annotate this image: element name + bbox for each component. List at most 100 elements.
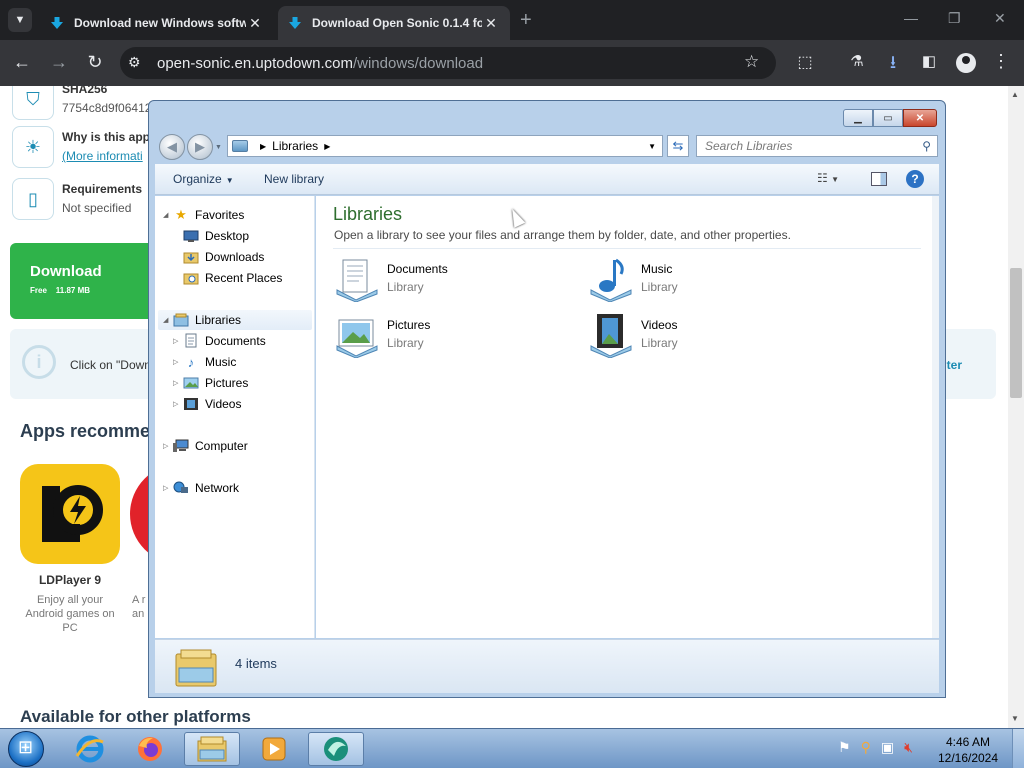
- libraries-folder-icon: [173, 646, 219, 688]
- nav-desktop[interactable]: Desktop: [183, 226, 249, 246]
- window-close-button[interactable]: ✕: [994, 10, 1006, 27]
- nav-documents[interactable]: ▷ Documents: [173, 331, 266, 351]
- forward-button[interactable]: →: [48, 52, 70, 73]
- videos-icon: [183, 396, 199, 412]
- page-scroll-thumb[interactable]: [1010, 268, 1022, 398]
- command-bar: Organize ▼ New library ☷ ▼ ?: [155, 164, 939, 195]
- computer-icon: [173, 438, 189, 454]
- action-center-flag-icon[interactable]: ⚑: [838, 739, 851, 756]
- page-scrollbar[interactable]: [1008, 86, 1024, 728]
- collapsed-icon[interactable]: ▷: [173, 379, 183, 387]
- nav-downloads[interactable]: Downloads: [183, 247, 264, 267]
- tab-open-sonic[interactable]: Download Open Sonic 0.1.4 fo ✕: [278, 6, 510, 40]
- network-tray-icon[interactable]: ▣: [881, 739, 894, 756]
- url-text[interactable]: open-sonic.en.uptodown.com/windows/downl…: [157, 55, 483, 72]
- more-info-link[interactable]: (More informati: [62, 149, 150, 163]
- expanded-icon[interactable]: ◢: [163, 316, 173, 324]
- open-sonic-icon[interactable]: [308, 732, 364, 766]
- new-tab-button[interactable]: +: [520, 9, 532, 32]
- profile-icon[interactable]: [956, 53, 976, 73]
- back-button[interactable]: ←: [11, 52, 33, 73]
- views-icon[interactable]: ☷ ▼: [817, 171, 839, 185]
- documents-icon: [183, 333, 199, 349]
- documents-library-icon: [333, 256, 379, 303]
- collapsed-icon[interactable]: ▷: [173, 400, 183, 408]
- notice-link[interactable]: ter: [947, 358, 962, 372]
- menu-icon[interactable]: ⋮: [990, 51, 1012, 72]
- firefox-icon[interactable]: [122, 732, 178, 766]
- scroll-down-icon[interactable]: ▼: [1011, 714, 1019, 723]
- minimize-button[interactable]: —: [904, 10, 918, 26]
- library-pictures[interactable]: Pictures Library: [333, 312, 430, 359]
- internet-explorer-icon[interactable]: [62, 732, 118, 766]
- collapsed-icon[interactable]: ▷: [163, 484, 173, 492]
- media-player-icon[interactable]: [246, 732, 302, 766]
- nav-videos[interactable]: ▷ Videos: [173, 394, 241, 414]
- search-icon[interactable]: ⚲: [922, 139, 931, 153]
- back-icon[interactable]: ◀: [159, 134, 185, 160]
- show-desktop-button[interactable]: [1012, 729, 1024, 768]
- start-button[interactable]: [8, 731, 44, 767]
- minimize-button[interactable]: ▁: [843, 109, 873, 127]
- nav-libraries[interactable]: ◢ Libraries: [158, 310, 312, 330]
- star-icon[interactable]: ☆: [744, 52, 759, 72]
- extensions-icon[interactable]: ⬚: [794, 52, 816, 72]
- organize-button[interactable]: Organize ▼: [173, 172, 234, 186]
- ldplayer-icon[interactable]: [20, 464, 120, 564]
- address-dropdown-icon[interactable]: ▼: [648, 142, 656, 151]
- library-videos[interactable]: Videos Library: [587, 312, 678, 359]
- close-button[interactable]: ✕: [903, 109, 937, 127]
- maximize-button[interactable]: ▭: [873, 109, 903, 127]
- library-music[interactable]: Music Library: [587, 256, 678, 303]
- explorer-window[interactable]: ▁ ▭ ✕ ◀ ▶ ▼ ▶ Libraries ▶ ▼ ⇆ Search Lib…: [148, 100, 946, 698]
- history-dropdown-icon[interactable]: ▼: [215, 144, 222, 160]
- tab-close-icon[interactable]: ✕: [482, 15, 500, 32]
- nav-recent-places[interactable]: Recent Places: [183, 268, 282, 288]
- content-scrollbar[interactable]: [932, 196, 939, 638]
- collapsed-icon[interactable]: ▷: [173, 337, 183, 345]
- tray-app-icon[interactable]: ⚲: [861, 739, 871, 756]
- download-button[interactable]: Download Free 11.87 MB: [10, 243, 160, 319]
- tune-icon[interactable]: ⚙: [128, 54, 141, 71]
- tab-close-icon[interactable]: ✕: [246, 15, 264, 32]
- app-name[interactable]: LDPlayer 9: [20, 573, 120, 587]
- nav-music[interactable]: ▷ ♪ Music: [173, 352, 236, 372]
- collapsed-icon[interactable]: ▷: [163, 442, 173, 450]
- preview-pane-icon[interactable]: [871, 172, 887, 186]
- new-library-button[interactable]: New library: [264, 172, 324, 186]
- nav-pictures[interactable]: ▷ Pictures: [173, 373, 248, 393]
- collapsed-icon[interactable]: ▷: [173, 358, 183, 366]
- clock[interactable]: 4:46 AM 12/16/2024: [928, 734, 1008, 766]
- explorer-address-bar[interactable]: ▶ Libraries ▶ ▼: [227, 135, 663, 157]
- phone-icon: ▯: [12, 178, 54, 220]
- download-size: 11.87 MB: [55, 286, 91, 295]
- library-documents[interactable]: Documents Library: [333, 256, 448, 303]
- download-icon[interactable]: ⭳: [882, 50, 904, 80]
- restore-button[interactable]: ❐: [948, 10, 961, 27]
- labs-icon[interactable]: ⚗: [846, 52, 868, 70]
- volume-muted-icon[interactable]: 🔇︎: [904, 739, 913, 756]
- sidebar-icon[interactable]: ◧: [918, 52, 940, 70]
- chevron-right-icon[interactable]: ▶: [260, 142, 266, 151]
- tab-search-button[interactable]: ▼: [8, 8, 32, 32]
- pictures-library-icon: [333, 312, 379, 359]
- tab-uptodown[interactable]: Download new Windows softw ✕: [40, 6, 274, 40]
- search-input[interactable]: Search Libraries ⚲: [696, 135, 938, 157]
- download-free: Free: [30, 286, 47, 295]
- expanded-icon[interactable]: ◢: [163, 211, 173, 219]
- libraries-icon: [232, 140, 248, 152]
- navigation-pane: ◢ ★ Favorites Desktop Downloads Recent P…: [155, 196, 315, 638]
- nav-network[interactable]: ▷ Network: [163, 478, 239, 498]
- forward-icon[interactable]: ▶: [187, 134, 213, 160]
- refresh-icon[interactable]: ⇆: [667, 135, 689, 157]
- explorer-icon[interactable]: [184, 732, 240, 766]
- nav-computer[interactable]: ▷ Computer: [163, 436, 248, 456]
- nav-favorites[interactable]: ◢ ★ Favorites: [163, 205, 244, 225]
- chevron-right-icon[interactable]: ▶: [324, 142, 330, 151]
- help-icon[interactable]: ?: [906, 170, 924, 188]
- scroll-up-icon[interactable]: ▲: [1011, 90, 1019, 99]
- address-segment[interactable]: Libraries: [272, 139, 318, 153]
- divider: [333, 248, 921, 249]
- reload-button[interactable]: ↻: [84, 52, 106, 73]
- downloads-folder-icon: [183, 249, 199, 265]
